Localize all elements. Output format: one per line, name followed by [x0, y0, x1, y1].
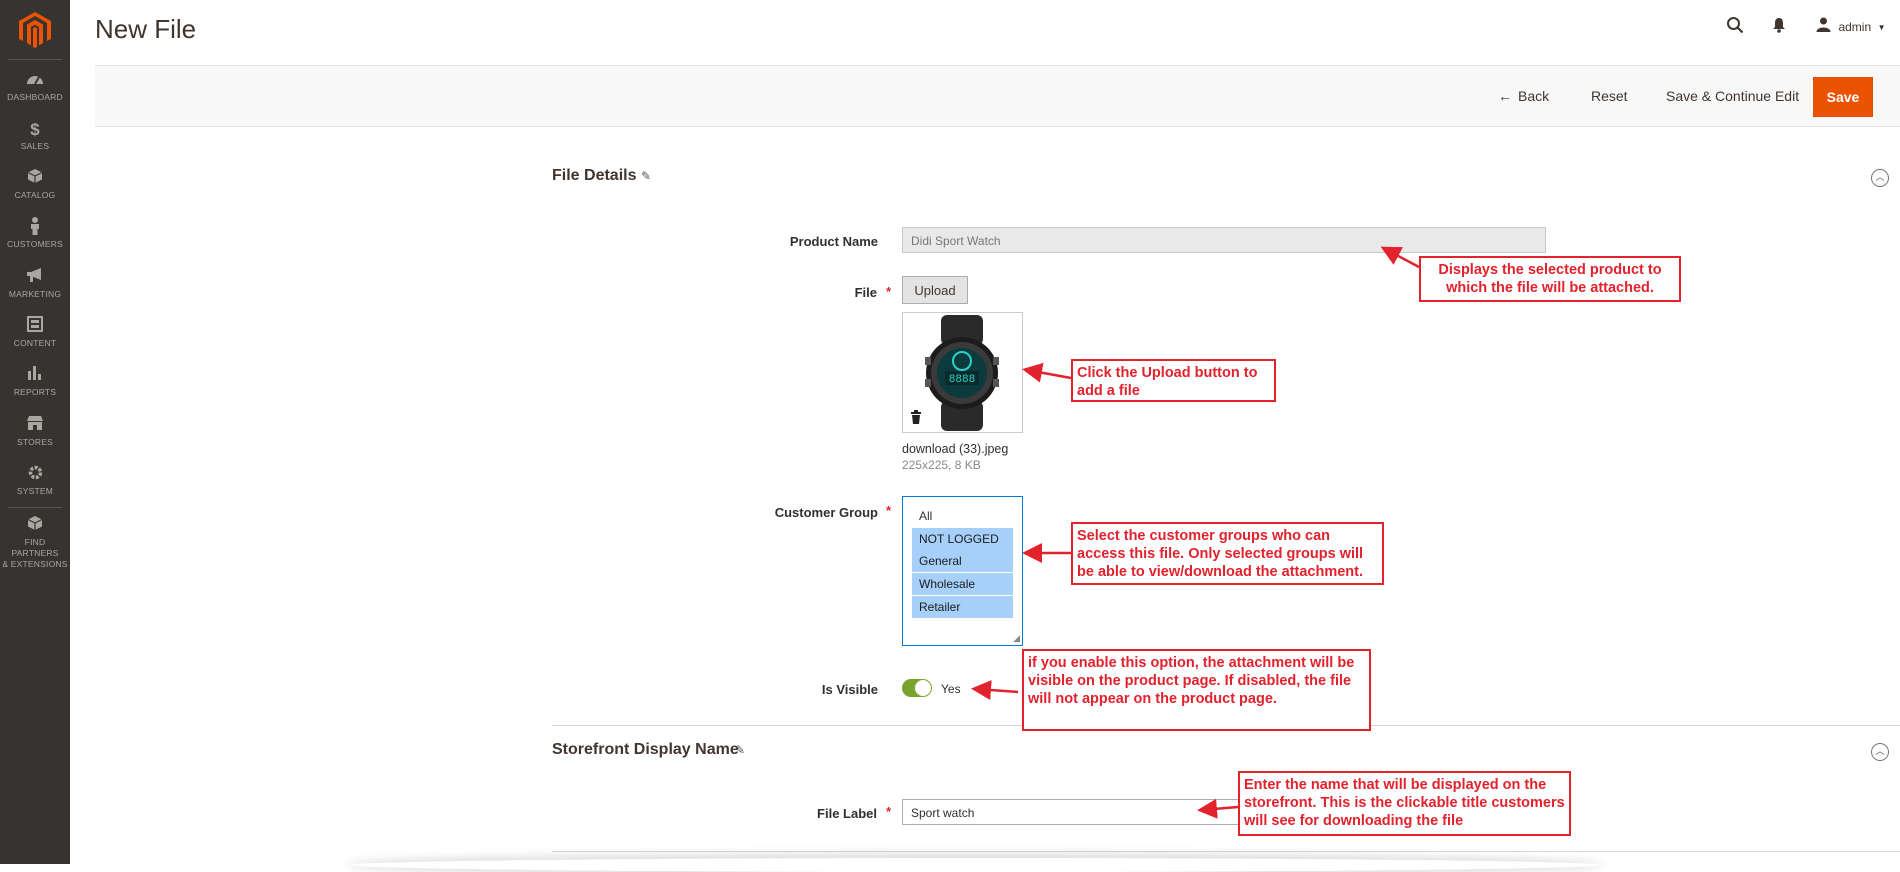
- arrow-is-visible: [971, 680, 1019, 701]
- arrow-file-label: [1197, 798, 1239, 819]
- arrow-product: [1380, 246, 1420, 269]
- callout-arrows: [971, 246, 1420, 819]
- arrow-upload: [1022, 362, 1072, 383]
